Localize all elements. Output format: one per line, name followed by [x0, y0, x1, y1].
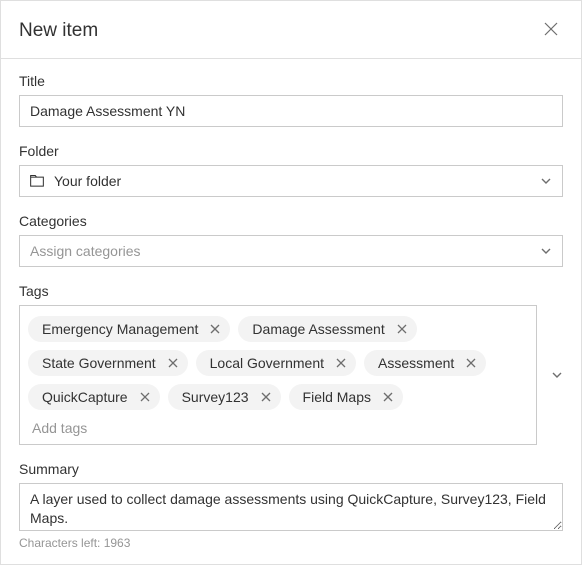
tag-label: Survey123	[182, 389, 249, 405]
tags-outer: Emergency Management Damage Assessment Sta…	[19, 305, 563, 445]
close-button[interactable]	[539, 17, 563, 44]
close-icon	[466, 356, 476, 371]
categories-placeholder: Assign categories	[30, 243, 141, 259]
tag-chip: Survey123	[168, 384, 281, 410]
tag-remove-button[interactable]	[261, 390, 271, 405]
tag-label: Emergency Management	[42, 321, 198, 337]
categories-label: Categories	[19, 213, 563, 229]
tags-label: Tags	[19, 283, 563, 299]
tag-remove-button[interactable]	[466, 356, 476, 371]
folder-value: Your folder	[54, 173, 121, 189]
tag-chip: Assessment	[364, 350, 486, 376]
tags-box[interactable]: Emergency Management Damage Assessment Sta…	[19, 305, 537, 445]
close-icon	[261, 390, 271, 405]
close-icon	[140, 390, 150, 405]
close-icon	[383, 390, 393, 405]
close-icon	[168, 356, 178, 371]
dialog-body: Title Folder Your folder	[1, 59, 581, 564]
dialog-title: New item	[19, 20, 98, 42]
tag-label: Damage Assessment	[252, 321, 384, 337]
folder-label: Folder	[19, 143, 563, 159]
close-icon	[397, 322, 407, 337]
tag-chip: Damage Assessment	[238, 316, 416, 342]
close-icon	[336, 356, 346, 371]
tag-remove-button[interactable]	[168, 356, 178, 371]
title-label: Title	[19, 73, 563, 89]
summary-textarea[interactable]	[19, 483, 563, 531]
tag-remove-button[interactable]	[336, 356, 346, 371]
tag-label: State Government	[42, 355, 156, 371]
tag-chip: State Government	[28, 350, 188, 376]
summary-label: Summary	[19, 461, 563, 477]
tag-label: Field Maps	[303, 389, 371, 405]
tag-chip: Emergency Management	[28, 316, 230, 342]
tag-remove-button[interactable]	[383, 390, 393, 405]
chevron-down-icon	[540, 245, 552, 257]
tag-remove-button[interactable]	[210, 322, 220, 337]
tag-remove-button[interactable]	[397, 322, 407, 337]
tags-row: Emergency Management Damage Assessment Sta…	[28, 316, 528, 410]
tag-chip: QuickCapture	[28, 384, 160, 410]
new-item-dialog: New item Title Folder	[0, 0, 582, 565]
tag-chip: Field Maps	[289, 384, 403, 410]
folder-field-group: Folder Your folder	[19, 143, 563, 197]
categories-select[interactable]: Assign categories	[19, 235, 563, 267]
tags-input[interactable]	[28, 414, 528, 438]
tag-chip: Local Government	[196, 350, 356, 376]
categories-field-group: Categories Assign categories	[19, 213, 563, 267]
close-icon	[210, 322, 220, 337]
tags-field-group: Tags Emergency Management Damage Assessme…	[19, 283, 563, 445]
title-field-group: Title	[19, 73, 563, 127]
tag-label: Assessment	[378, 355, 454, 371]
tag-label: Local Government	[210, 355, 324, 371]
tags-expand-button[interactable]	[551, 369, 563, 381]
tag-label: QuickCapture	[42, 389, 128, 405]
dialog-header: New item	[1, 1, 581, 59]
title-input[interactable]	[19, 95, 563, 127]
summary-field-group: Summary Characters left: 1963	[19, 461, 563, 550]
chevron-down-icon	[540, 175, 552, 187]
summary-char-count: Characters left: 1963	[19, 536, 563, 550]
close-icon	[543, 21, 559, 40]
folder-select[interactable]: Your folder	[19, 165, 563, 197]
tag-remove-button[interactable]	[140, 390, 150, 405]
folder-icon	[30, 175, 44, 187]
